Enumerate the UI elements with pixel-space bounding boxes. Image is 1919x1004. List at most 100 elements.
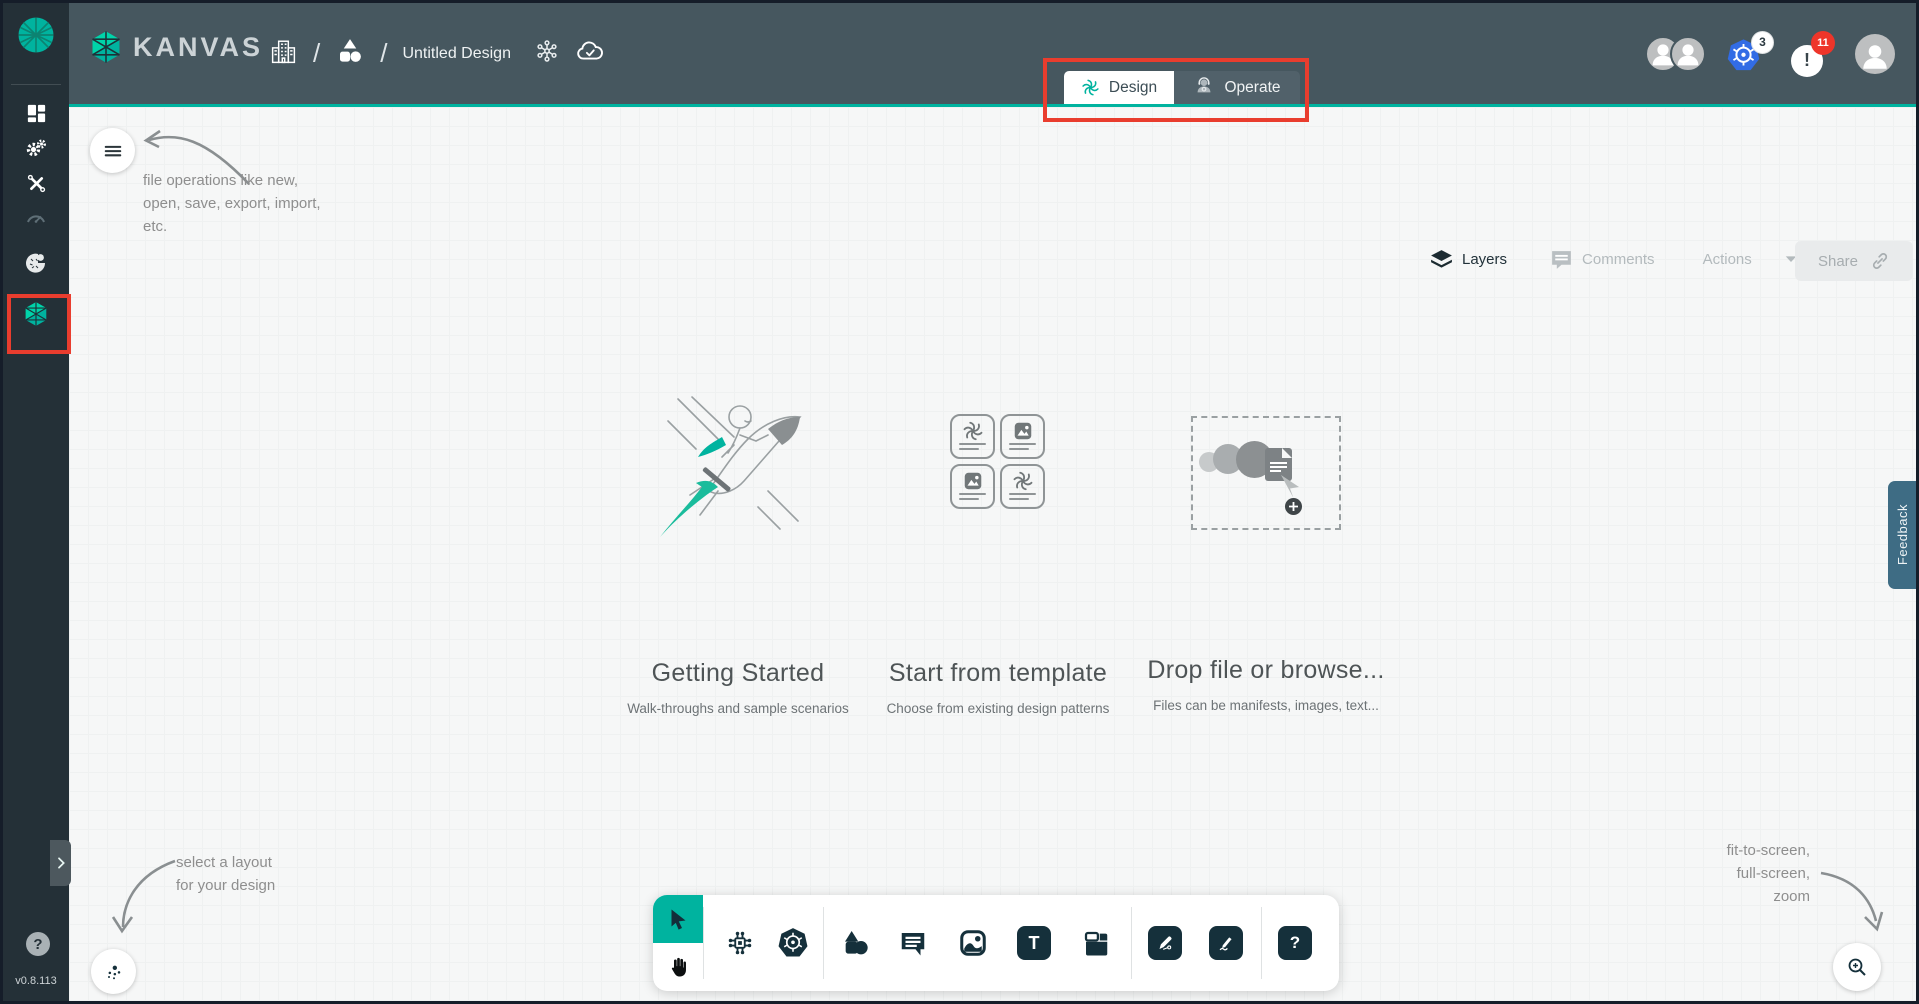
- help-button[interactable]: ?: [26, 932, 50, 956]
- rocket-illustration: [648, 395, 828, 553]
- kanvas-brand[interactable]: KANVAS: [89, 30, 263, 64]
- app-version: v0.8.113: [3, 975, 69, 987]
- share-button[interactable]: Share: [1795, 241, 1913, 281]
- sidebar-item-lifecycle[interactable]: [3, 134, 69, 168]
- actions-dropdown[interactable]: Actions: [1703, 250, 1800, 268]
- tool-shapes[interactable]: [837, 925, 873, 961]
- component-circuit-icon: [725, 928, 755, 958]
- extensions-icon: [24, 251, 48, 280]
- kubernetes-wheel-icon: [776, 926, 810, 960]
- notifications-button[interactable]: ! 11: [1791, 28, 1847, 80]
- template-tile: [1000, 414, 1045, 459]
- template-tile: [1000, 464, 1045, 509]
- dashboard-grid-icon: [25, 102, 48, 130]
- breadcrumb: / / Untitled Design: [269, 3, 605, 104]
- sidebar-item-kanvas[interactable]: [3, 299, 69, 333]
- tool-pen[interactable]: [1147, 925, 1183, 961]
- tool-pencil[interactable]: [1208, 925, 1244, 961]
- tab-design-label: Design: [1109, 79, 1157, 97]
- tool-comment[interactable]: [895, 925, 931, 961]
- layout-selector-button[interactable]: [91, 949, 136, 994]
- meshery-logo-icon[interactable]: [16, 15, 56, 55]
- breadcrumb-separator: /: [313, 38, 320, 69]
- collaborators-avatars[interactable]: [1645, 35, 1709, 73]
- tab-operate-label: Operate: [1224, 79, 1280, 97]
- share-link-icon: [1870, 251, 1890, 271]
- tool-section[interactable]: [1078, 925, 1114, 961]
- toolbar-divider: [1261, 907, 1262, 979]
- annotation-zoom: fit-to-screen, full-screen, zoom: [1653, 839, 1810, 908]
- design-name[interactable]: Untitled Design: [402, 45, 511, 63]
- gears-icon: [24, 137, 48, 166]
- top-header: KANVAS / / Untitled Design: [69, 3, 1916, 104]
- template-tile: [950, 414, 995, 459]
- tool-text[interactable]: T: [1016, 925, 1052, 961]
- sidebar-item-dashboard[interactable]: [3, 99, 69, 133]
- canvas-control-row: Layers Comments Actions: [1429, 239, 1800, 279]
- bottom-toolbar: T: [653, 895, 1339, 991]
- card-start-from-template[interactable]: [950, 414, 1045, 509]
- annotation-file-ops: file operations like new, open, save, ex…: [143, 169, 321, 238]
- sidebar-item-performance[interactable]: [3, 204, 69, 238]
- user-avatar[interactable]: [1855, 34, 1895, 74]
- comment-icon: [898, 928, 928, 958]
- pen-icon: [1148, 926, 1182, 960]
- section-icon: [1081, 928, 1111, 958]
- tool-image[interactable]: [955, 925, 991, 961]
- gauge-icon: [24, 207, 48, 236]
- comments-button[interactable]: Comments: [1549, 247, 1655, 272]
- tab-operate[interactable]: Operate: [1174, 71, 1300, 104]
- zoom-button[interactable]: [1833, 943, 1881, 991]
- sidebar-item-extensions[interactable]: [3, 248, 69, 282]
- template-tile: [950, 464, 995, 509]
- card-subtitle: Choose from existing design patterns: [848, 701, 1148, 716]
- pencil-draw-icon: [1209, 926, 1243, 960]
- annotation-arrow-zoom: [1815, 859, 1889, 943]
- toolbar-divider: [703, 907, 704, 979]
- share-label: Share: [1818, 253, 1858, 270]
- tools-icon: [25, 172, 48, 200]
- sidebar-item-configuration[interactable]: [3, 169, 69, 203]
- organization-icon[interactable]: [269, 37, 298, 71]
- image-icon: [958, 928, 988, 958]
- kubernetes-context-switcher[interactable]: 3: [1725, 31, 1791, 77]
- layers-label: Layers: [1462, 251, 1507, 268]
- design-spiral-icon: [1081, 78, 1100, 97]
- designs-shapes-icon[interactable]: [335, 36, 365, 71]
- tool-help[interactable]: ?: [1277, 925, 1313, 961]
- tool-kubernetes[interactable]: [775, 925, 811, 961]
- design-canvas[interactable]: Layers Comments Actions Share: [69, 107, 1916, 1001]
- kanvas-logo-icon: [89, 30, 123, 64]
- kanvas-logo-text: KANVAS: [133, 32, 263, 63]
- toolbar-divider: [823, 907, 824, 979]
- tool-components[interactable]: [722, 925, 758, 961]
- card-title: Getting Started: [598, 659, 878, 688]
- card-subtitle: Walk-throughs and sample scenarios: [588, 701, 888, 716]
- text-tool-icon: T: [1017, 926, 1051, 960]
- comments-label: Comments: [1582, 251, 1655, 268]
- menu-hamburger-icon: [102, 140, 124, 162]
- hand-icon: [667, 956, 690, 979]
- app-window: ? v0.8.113 KANVAS / / Untitled Design: [3, 3, 1916, 1001]
- card-drop-file[interactable]: [1191, 416, 1341, 530]
- actions-label: Actions: [1703, 251, 1752, 268]
- tool-select-cursor[interactable]: [653, 895, 703, 943]
- cloud-saved-icon: [575, 36, 605, 71]
- tool-pan-hand[interactable]: [653, 943, 703, 991]
- file-menu-button[interactable]: [90, 128, 135, 173]
- tab-design[interactable]: Design: [1064, 71, 1174, 104]
- toolbar-divider: [1131, 907, 1132, 979]
- feedback-tab[interactable]: Feedback: [1888, 481, 1916, 589]
- notification-count-badge: 11: [1811, 31, 1835, 55]
- cursor-arrow-icon: [666, 907, 690, 931]
- help-tool-icon: ?: [1278, 926, 1312, 960]
- sidebar-expand-button[interactable]: [50, 840, 71, 886]
- collaborator-avatar: [1670, 36, 1706, 72]
- header-accent-bar: [69, 104, 1916, 107]
- operate-headset-icon: [1193, 74, 1215, 101]
- environment-cluster-icon[interactable]: [534, 38, 560, 69]
- annotation-arrow-layout: [99, 847, 183, 947]
- card-getting-started[interactable]: Getting Started Walk-throughs and sample…: [598, 393, 878, 723]
- layers-button[interactable]: Layers: [1429, 247, 1507, 272]
- question-mark-glyph: ?: [33, 936, 42, 953]
